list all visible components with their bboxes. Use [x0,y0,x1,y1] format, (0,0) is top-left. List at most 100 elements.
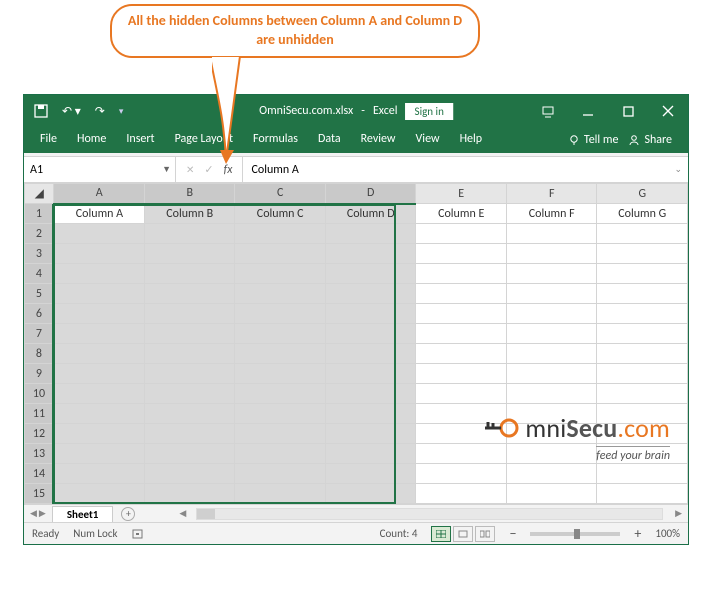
macro-record-icon[interactable] [132,528,146,540]
cell[interactable] [54,324,145,344]
cell[interactable] [54,224,145,244]
cell[interactable] [506,424,597,444]
qat-dropdown-icon[interactable]: ▾ [119,106,124,117]
cell[interactable] [235,384,326,404]
sheet-nav-prev-icon[interactable]: ◀ [30,508,37,519]
cell[interactable] [325,424,416,444]
cell[interactable] [144,464,235,484]
cell[interactable] [144,284,235,304]
view-normal-button[interactable] [431,526,451,542]
cell[interactable] [506,464,597,484]
cell[interactable] [506,324,597,344]
col-header-d[interactable]: D [325,184,416,204]
row-header[interactable]: 6 [25,304,54,324]
cancel-formula-icon[interactable]: ✕ [186,163,194,176]
cell[interactable] [506,304,597,324]
minimize-button[interactable] [568,95,608,127]
cell[interactable] [235,284,326,304]
hscroll-right-icon[interactable]: ▶ [669,508,688,519]
cell[interactable]: Column A [54,204,145,224]
col-header-c[interactable]: C [235,184,326,204]
cell[interactable] [144,324,235,344]
cell[interactable] [597,404,688,424]
cell[interactable] [144,444,235,464]
cell[interactable] [144,384,235,404]
cell[interactable] [235,424,326,444]
cell[interactable] [416,264,507,284]
view-page-break-button[interactable] [475,526,495,542]
redo-icon[interactable]: ↷ [95,104,105,119]
cell[interactable] [416,224,507,244]
cell[interactable] [597,484,688,504]
cell[interactable] [597,224,688,244]
cell[interactable] [416,484,507,504]
cell[interactable] [144,244,235,264]
cell[interactable] [144,264,235,284]
tab-file[interactable]: File [30,127,67,153]
add-sheet-button[interactable]: + [121,507,135,521]
select-all-corner[interactable]: ◢ [25,184,54,204]
cell[interactable] [506,444,597,464]
cell[interactable] [597,284,688,304]
undo-icon[interactable]: ↶ ▾ [62,104,81,119]
cell[interactable] [54,304,145,324]
cell[interactable] [597,304,688,324]
cell[interactable] [506,364,597,384]
cell[interactable] [597,444,688,464]
col-header-b[interactable]: B [144,184,235,204]
tell-me-button[interactable]: Tell me [568,133,619,147]
cell[interactable] [144,364,235,384]
cell[interactable] [416,404,507,424]
chevron-down-icon[interactable]: ▼ [162,164,171,175]
cell[interactable] [416,244,507,264]
cell[interactable] [597,364,688,384]
cell[interactable] [54,244,145,264]
cell[interactable]: Column D [325,204,416,224]
cell[interactable] [325,284,416,304]
cell[interactable] [325,304,416,324]
cell[interactable] [597,384,688,404]
cell[interactable] [144,344,235,364]
tab-view[interactable]: View [406,127,450,153]
cell[interactable]: Column C [235,204,326,224]
col-header-e[interactable]: E [416,184,507,204]
tab-insert[interactable]: Insert [116,127,164,153]
row-header[interactable]: 13 [25,444,54,464]
cell[interactable] [506,344,597,364]
cell[interactable] [235,344,326,364]
maximize-button[interactable] [608,95,648,127]
cell[interactable] [416,304,507,324]
row-header[interactable]: 9 [25,364,54,384]
cell[interactable] [416,324,507,344]
row-header[interactable]: 7 [25,324,54,344]
ribbon-options-button[interactable] [528,95,568,127]
row-header[interactable]: 5 [25,284,54,304]
cell[interactable] [506,404,597,424]
cell[interactable] [597,464,688,484]
cell[interactable] [54,384,145,404]
expand-formula-icon[interactable]: ⌄ [674,164,682,175]
cell[interactable] [54,484,145,504]
cell[interactable] [506,244,597,264]
cell[interactable] [235,364,326,384]
cell[interactable] [54,364,145,384]
col-header-g[interactable]: G [597,184,688,204]
row-header[interactable]: 11 [25,404,54,424]
cell[interactable] [597,244,688,264]
cell[interactable] [144,304,235,324]
col-header-a[interactable]: A [54,184,145,204]
sign-in-button[interactable]: Sign in [406,103,453,120]
tab-review[interactable]: Review [351,127,406,153]
cell[interactable] [54,444,145,464]
cell[interactable] [506,484,597,504]
cell[interactable] [235,484,326,504]
cell[interactable] [506,284,597,304]
spreadsheet-grid[interactable]: ◢ A B C D E F G 1Column AColumn BColumn … [24,183,688,504]
cell[interactable] [325,224,416,244]
cell[interactable] [54,344,145,364]
cell[interactable] [597,264,688,284]
cell[interactable] [325,364,416,384]
row-header[interactable]: 14 [25,464,54,484]
save-icon[interactable] [34,104,48,118]
cell[interactable] [416,444,507,464]
